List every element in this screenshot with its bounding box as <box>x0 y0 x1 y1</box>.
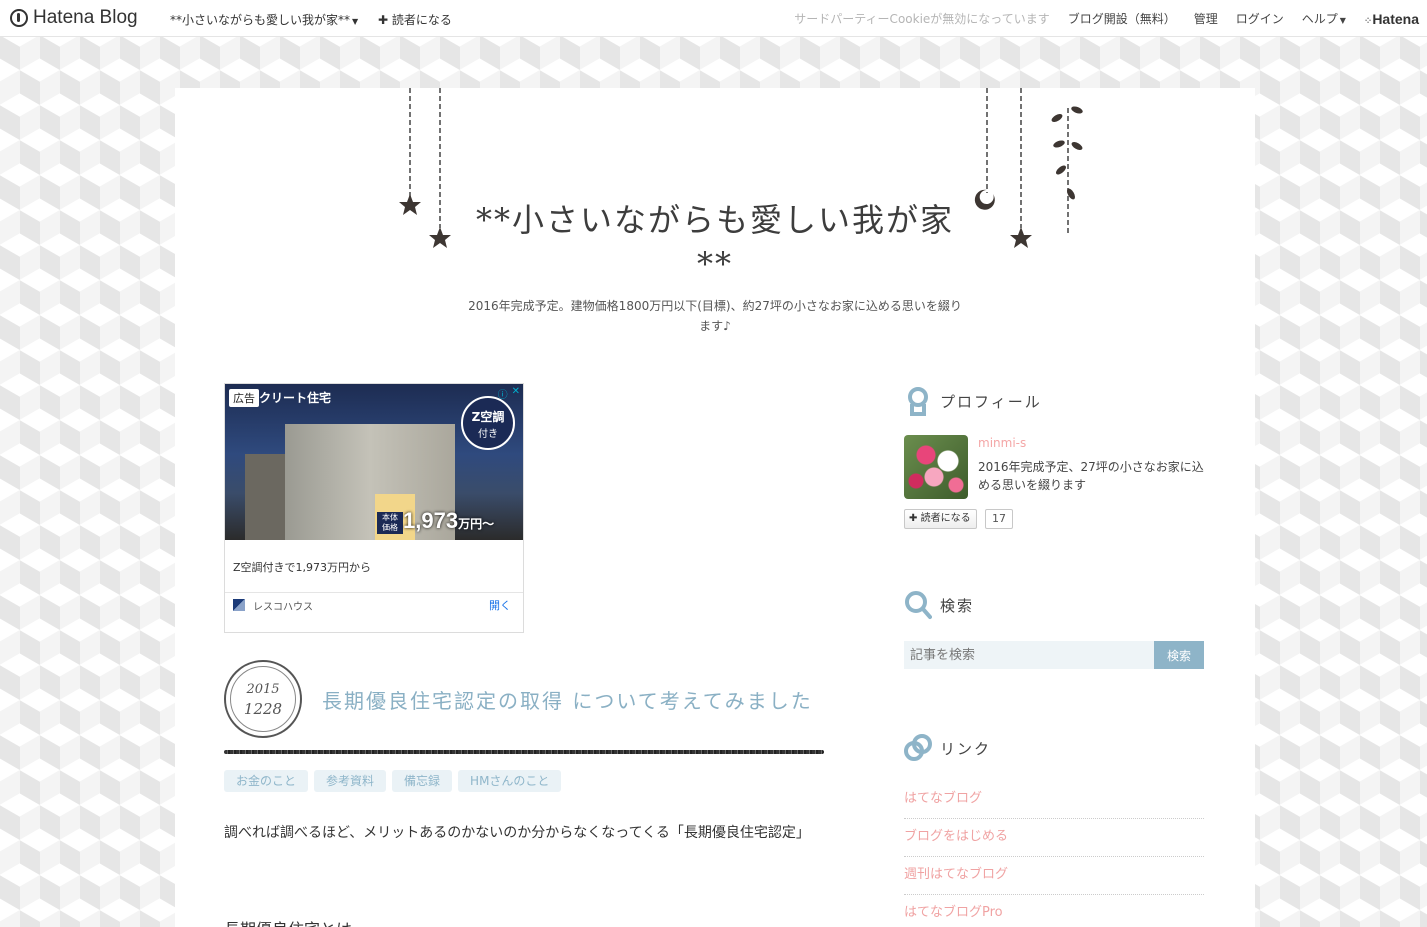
advertiser-logo-icon <box>233 599 245 611</box>
leaf-icon <box>1051 114 1063 122</box>
entry-date[interactable]: 2015 1228 <box>224 660 302 738</box>
ad-badge-line1: Z空調 <box>471 410 505 424</box>
link-item[interactable]: 週刊はてなブログ <box>904 857 1204 895</box>
reader-button-label: 読者になる <box>920 513 971 524</box>
hatena-blog-logo[interactable]: Hatena Blog <box>10 7 138 29</box>
plus-icon: ✚ <box>909 513 918 524</box>
hatena-blog-logo-icon <box>10 9 28 27</box>
reader-count[interactable]: 17 <box>985 509 1013 529</box>
link-icon <box>904 734 932 761</box>
link-item[interactable]: ブログをはじめる <box>904 819 1204 857</box>
moon-icon <box>974 189 995 210</box>
profile-heading: プロフィール <box>904 386 1042 416</box>
chevron-down-icon: ▼ <box>1339 16 1346 25</box>
entry-date-monthday: 1228 <box>243 700 283 718</box>
leaf-icon <box>1071 142 1083 150</box>
leaf-icon <box>1067 188 1075 200</box>
ad-price-value: 1,973 <box>403 508 459 533</box>
blog-container: **小さいながらも愛しい我が家** 2016年完成予定。建物価格1800万円以下… <box>175 88 1255 927</box>
profile-description: 2016年完成予定、27坪の小さなお家に込める思いを綴ります <box>978 460 1204 492</box>
leaf-icon <box>1071 106 1083 114</box>
entry-categories: お金のこと 参考資料 備忘録 HMさんのこと <box>224 770 562 792</box>
global-header: Hatena Blog **小さいながらも愛しい我が家** ▼ ✚ 読者になる サ… <box>0 0 1427 37</box>
global-header-right: サードパーティーCookieが無効になっています ブログ開設（無料） 管理 ログ… <box>794 10 1419 27</box>
entry-body: 調べれば調べるほど、メリットあるのかないのか分からなくなってくる「長期優良住宅認… <box>224 825 810 841</box>
reader-button[interactable]: ✚ 読者になる <box>904 509 977 529</box>
entry-title-divider <box>224 750 824 754</box>
help-label: ヘルプ <box>1301 12 1338 26</box>
category-tag[interactable]: HMさんのこと <box>458 770 562 792</box>
profile-avatar[interactable] <box>904 435 968 499</box>
chevron-down-icon: ▼ <box>352 17 359 26</box>
logo-text: Hatena Blog <box>33 7 138 28</box>
links-list: はてなブログ ブログをはじめる 週刊はてなブログ はてなブログPro <box>904 781 1204 927</box>
ad-banner[interactable]: 広告 クリート住宅 ⓘ ✕ Z空調 付き 本体価格 1,973万円～ Z空調付き… <box>224 383 524 633</box>
ad-text[interactable]: Z空調付きで1,973万円から <box>233 559 371 575</box>
links-heading: リンク <box>904 733 991 763</box>
ad-badge: Z空調 付き <box>461 396 515 450</box>
star-icon <box>399 194 421 215</box>
category-tag[interactable]: 備忘録 <box>392 770 453 792</box>
ad-label: 広告 <box>229 389 259 407</box>
search-heading-label: 検索 <box>940 596 975 615</box>
ad-badge-line2: 付き <box>478 429 498 440</box>
leaf-icon <box>1056 165 1066 175</box>
leaf-icon <box>1053 140 1065 148</box>
subscribe-label: 読者になる <box>391 13 452 27</box>
subscribe-link[interactable]: ✚ 読者になる <box>378 11 452 28</box>
profile-heading-label: プロフィール <box>940 392 1042 411</box>
ad-price-tag: 本体価格 <box>377 512 403 534</box>
search-input[interactable] <box>904 641 1154 669</box>
ad-price: 1,973万円～ <box>403 508 494 534</box>
login-link[interactable]: ログイン <box>1236 10 1284 27</box>
ad-headline: クリート住宅 <box>259 391 332 405</box>
admin-link[interactable]: 管理 <box>1194 10 1218 27</box>
profile-name[interactable]: minmi-s <box>978 436 1026 450</box>
ad-footer: レスコハウス 開く <box>225 592 523 633</box>
cookie-notice: サードパーティーCookieが無効になっています <box>794 12 1050 26</box>
search-heading: 検索 <box>904 590 974 620</box>
blog-title[interactable]: **小さいながらも愛しい我が家** <box>465 198 965 286</box>
entry-title[interactable]: 長期優良住宅認定の取得 について考えてみました <box>322 685 813 714</box>
hatena-brand-label: Hatena <box>1372 10 1419 27</box>
entry-date-year: 2015 <box>246 682 280 697</box>
search-icon <box>905 591 932 619</box>
star-icon <box>1010 227 1032 248</box>
help-menu[interactable]: ヘルプ ▼ <box>1302 10 1346 27</box>
profile-icon <box>908 387 928 416</box>
entry-subheading: 長期優良住宅とは <box>224 916 824 927</box>
category-tag[interactable]: 参考資料 <box>314 770 387 792</box>
search-button[interactable]: 検索 <box>1154 641 1204 669</box>
open-blog-link[interactable]: ブログ開設（無料） <box>1068 10 1176 27</box>
blog-name-label: **小さいながらも愛しい我が家** <box>170 13 351 27</box>
links-heading-label: リンク <box>940 739 992 758</box>
category-tag[interactable]: お金のこと <box>224 770 309 792</box>
ad-price-unit: 万円～ <box>458 517 495 531</box>
ad-choices[interactable]: ⓘ ✕ <box>492 386 520 401</box>
ad-image[interactable]: 広告 クリート住宅 ⓘ ✕ Z空調 付き 本体価格 1,973万円～ <box>225 384 523 540</box>
ad-open-link[interactable]: 開く <box>489 597 511 613</box>
star-icon <box>429 227 451 248</box>
plus-icon: ✚ <box>378 13 389 27</box>
info-icon[interactable]: ⓘ <box>498 386 508 401</box>
blog-name-menu[interactable]: **小さいながらも愛しい我が家** ▼ <box>170 11 358 28</box>
link-item[interactable]: はてなブログPro <box>904 895 1204 927</box>
link-item[interactable]: はてなブログ <box>904 781 1204 819</box>
close-icon[interactable]: ✕ <box>512 386 520 398</box>
blog-description: 2016年完成予定。建物価格1800万円以下(目標)、約27坪の小さなお家に込め… <box>468 299 962 333</box>
hatena-brand-link[interactable]: ⁘Hatena <box>1364 11 1419 27</box>
ad-advertiser[interactable]: レスコハウス <box>253 598 313 613</box>
